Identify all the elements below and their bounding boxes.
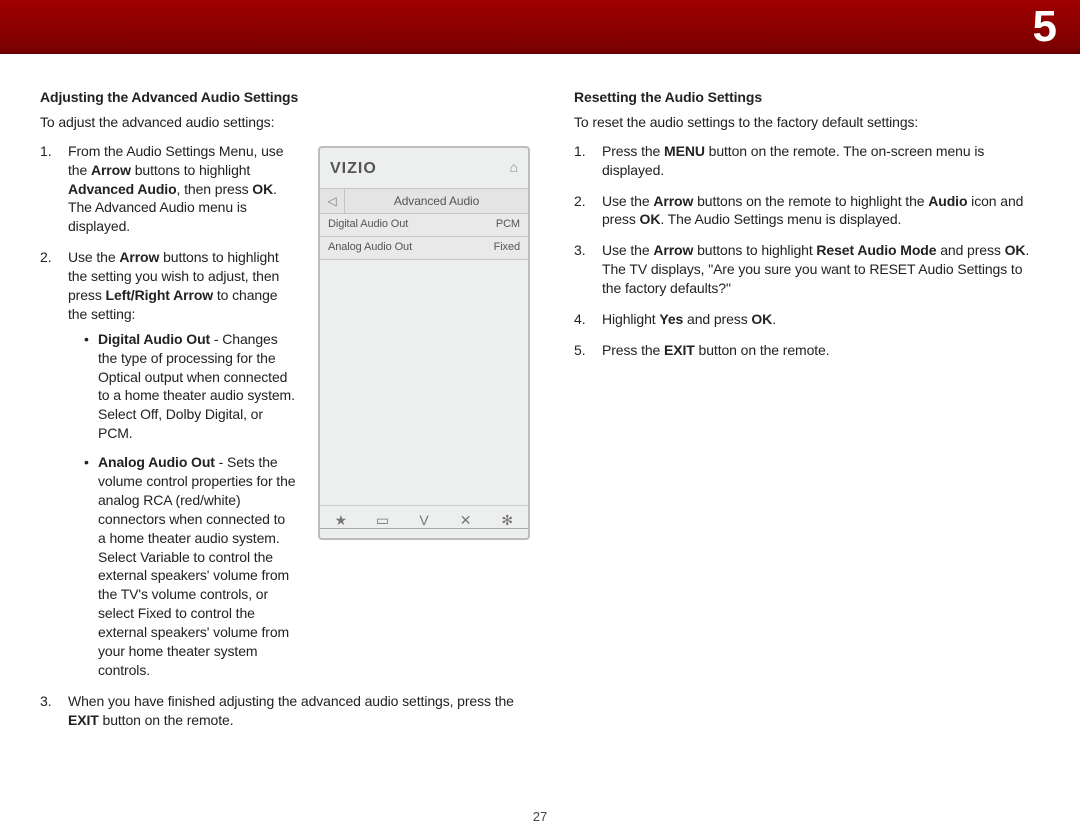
home-icon: ⌂ <box>510 158 518 177</box>
close-icon: ✕ <box>445 512 487 529</box>
gear-icon: ✻ <box>486 512 528 529</box>
right-section-title: Resetting the Audio Settings <box>574 88 1040 107</box>
star-icon: ★ <box>320 512 362 529</box>
left-step-3: When you have finished adjusting the adv… <box>40 692 530 730</box>
v-icon: V <box>403 512 445 529</box>
bullet-digital-audio-out: Digital Audio Out - Changes the type of … <box>84 330 296 443</box>
osd-brand: VIZIO <box>330 158 377 180</box>
right-step-1: Press the MENU button on the remote. The… <box>574 142 1040 180</box>
page-number: 27 <box>0 809 1080 824</box>
header-bar: 5 <box>0 0 1080 54</box>
back-icon: ◁ <box>320 189 345 213</box>
wide-icon: ▭ <box>362 512 404 529</box>
left-column: Adjusting the Advanced Audio Settings To… <box>40 88 530 742</box>
osd-header-title: Advanced Audio <box>345 193 528 209</box>
osd-row-value: PCM <box>496 217 520 232</box>
right-step-3: Use the Arrow buttons to highlight Reset… <box>574 241 1040 298</box>
chapter-number: 5 <box>1033 2 1056 52</box>
right-column: Resetting the Audio Settings To reset th… <box>574 88 1040 742</box>
left-step-1: From the Audio Settings Menu, use the Ar… <box>40 142 296 236</box>
osd-row-label: Digital Audio Out <box>328 217 408 232</box>
left-intro: To adjust the advanced audio settings: <box>40 113 530 132</box>
left-step-2: Use the Arrow buttons to highlight the s… <box>40 248 296 680</box>
right-intro: To reset the audio settings to the facto… <box>574 113 1040 132</box>
page-body: Adjusting the Advanced Audio Settings To… <box>0 54 1080 752</box>
osd-screenshot: VIZIO ⌂ ◁ Advanced Audio Digital Audio O… <box>318 146 530 540</box>
osd-row-digital: Digital Audio Out PCM <box>320 214 528 237</box>
osd-bottom-bar: ★ ▭ V ✕ ✻ <box>320 505 528 532</box>
right-step-4: Highlight Yes and press OK. <box>574 310 1040 329</box>
left-section-title: Adjusting the Advanced Audio Settings <box>40 88 530 107</box>
osd-row-label: Analog Audio Out <box>328 240 412 255</box>
osd-row-analog: Analog Audio Out Fixed <box>320 237 528 260</box>
osd-row-value: Fixed <box>494 240 520 255</box>
right-step-2: Use the Arrow buttons on the remote to h… <box>574 192 1040 230</box>
bullet-analog-audio-out: Analog Audio Out - Sets the volume contr… <box>84 453 296 680</box>
right-step-5: Press the EXIT button on the remote. <box>574 341 1040 360</box>
